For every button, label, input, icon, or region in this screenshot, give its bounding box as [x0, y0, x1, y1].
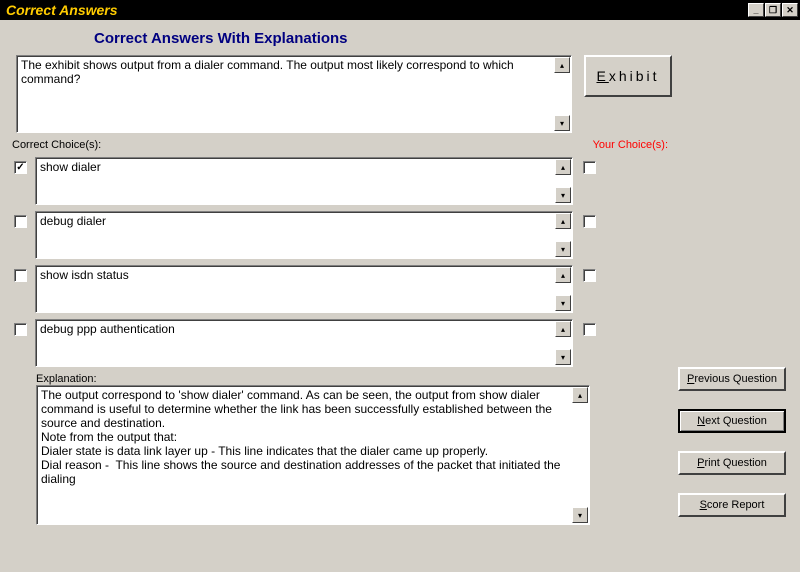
choice-scrollbar-1[interactable]: ▴ ▾	[555, 213, 571, 257]
scroll-up-icon[interactable]: ▴	[572, 387, 588, 403]
action-buttons: Previous Question Next Question Print Qu…	[678, 367, 786, 517]
correct-checkbox-1[interactable]	[14, 215, 27, 228]
choice-textbox-3[interactable]: debug ppp authentication ▴ ▾	[35, 319, 573, 367]
print-question-button[interactable]: Print Question	[678, 451, 786, 475]
scroll-up-icon[interactable]: ▴	[554, 57, 570, 73]
explanation-textbox[interactable]: The output correspond to 'show dialer' c…	[36, 385, 590, 525]
window-controls: _ ❐ ✕	[748, 3, 798, 17]
choice-scrollbar-0[interactable]: ▴ ▾	[555, 159, 571, 203]
explanation-text: The output correspond to 'show dialer' c…	[41, 388, 564, 486]
next-label: Next Question	[697, 415, 767, 427]
labels-row: Correct Choice(s): Your Choice(s):	[12, 139, 788, 151]
question-textbox[interactable]: The exhibit shows output from a dialer c…	[16, 55, 572, 133]
choice-row: debug ppp authentication ▴ ▾	[12, 319, 788, 367]
your-checkbox-0[interactable]	[583, 161, 596, 174]
your-checkbox-2[interactable]	[583, 269, 596, 282]
correct-checkbox-0[interactable]: ✓	[14, 161, 27, 174]
choice-textbox-0[interactable]: show dialer ▴ ▾	[35, 157, 573, 205]
window-title: Correct Answers	[6, 2, 118, 18]
question-text: The exhibit shows output from a dialer c…	[21, 58, 514, 86]
choice-scrollbar-3[interactable]: ▴ ▾	[555, 321, 571, 365]
choice-text-2: show isdn status	[40, 268, 129, 282]
exhibit-label: Exhibit	[596, 68, 659, 84]
score-label: Score Report	[700, 499, 765, 511]
restore-button[interactable]: ❐	[765, 3, 781, 17]
choice-scrollbar-2[interactable]: ▴ ▾	[555, 267, 571, 311]
exhibit-button[interactable]: Exhibit	[584, 55, 672, 97]
prev-label: Previous Question	[687, 373, 777, 385]
scroll-up-icon[interactable]: ▴	[555, 159, 571, 175]
explanation-scrollbar[interactable]: ▴ ▾	[572, 387, 588, 523]
scroll-down-icon[interactable]: ▾	[554, 115, 570, 131]
correct-choices-label: Correct Choice(s):	[12, 139, 101, 151]
content: Correct Answers With Explanations The ex…	[0, 20, 800, 529]
your-choices-label: Your Choice(s):	[593, 139, 668, 151]
choice-row: ✓ show dialer ▴ ▾	[12, 157, 788, 205]
titlebar: Correct Answers _ ❐ ✕	[0, 0, 800, 20]
scroll-up-icon[interactable]: ▴	[555, 213, 571, 229]
choice-textbox-1[interactable]: debug dialer ▴ ▾	[35, 211, 573, 259]
scroll-down-icon[interactable]: ▾	[555, 295, 571, 311]
choice-text-3: debug ppp authentication	[40, 322, 175, 336]
choice-text-0: show dialer	[40, 160, 101, 174]
close-button[interactable]: ✕	[782, 3, 798, 17]
print-label: Print Question	[697, 457, 767, 469]
choice-row: debug dialer ▴ ▾	[12, 211, 788, 259]
scroll-up-icon[interactable]: ▴	[555, 267, 571, 283]
question-scrollbar[interactable]: ▴ ▾	[554, 57, 570, 131]
scroll-down-icon[interactable]: ▾	[555, 241, 571, 257]
choice-text-1: debug dialer	[40, 214, 106, 228]
explanation-label: Explanation:	[36, 373, 788, 385]
page-title: Correct Answers With Explanations	[94, 30, 788, 47]
correct-checkbox-2[interactable]	[14, 269, 27, 282]
previous-question-button[interactable]: Previous Question	[678, 367, 786, 391]
choice-row: show isdn status ▴ ▾	[12, 265, 788, 313]
your-checkbox-1[interactable]	[583, 215, 596, 228]
scroll-down-icon[interactable]: ▾	[555, 187, 571, 203]
correct-checkbox-3[interactable]	[14, 323, 27, 336]
scroll-down-icon[interactable]: ▾	[572, 507, 588, 523]
next-question-button[interactable]: Next Question	[678, 409, 786, 433]
score-report-button[interactable]: Score Report	[678, 493, 786, 517]
your-checkbox-3[interactable]	[583, 323, 596, 336]
question-row: The exhibit shows output from a dialer c…	[12, 55, 788, 133]
scroll-down-icon[interactable]: ▾	[555, 349, 571, 365]
scroll-up-icon[interactable]: ▴	[555, 321, 571, 337]
choice-textbox-2[interactable]: show isdn status ▴ ▾	[35, 265, 573, 313]
minimize-button[interactable]: _	[748, 3, 764, 17]
